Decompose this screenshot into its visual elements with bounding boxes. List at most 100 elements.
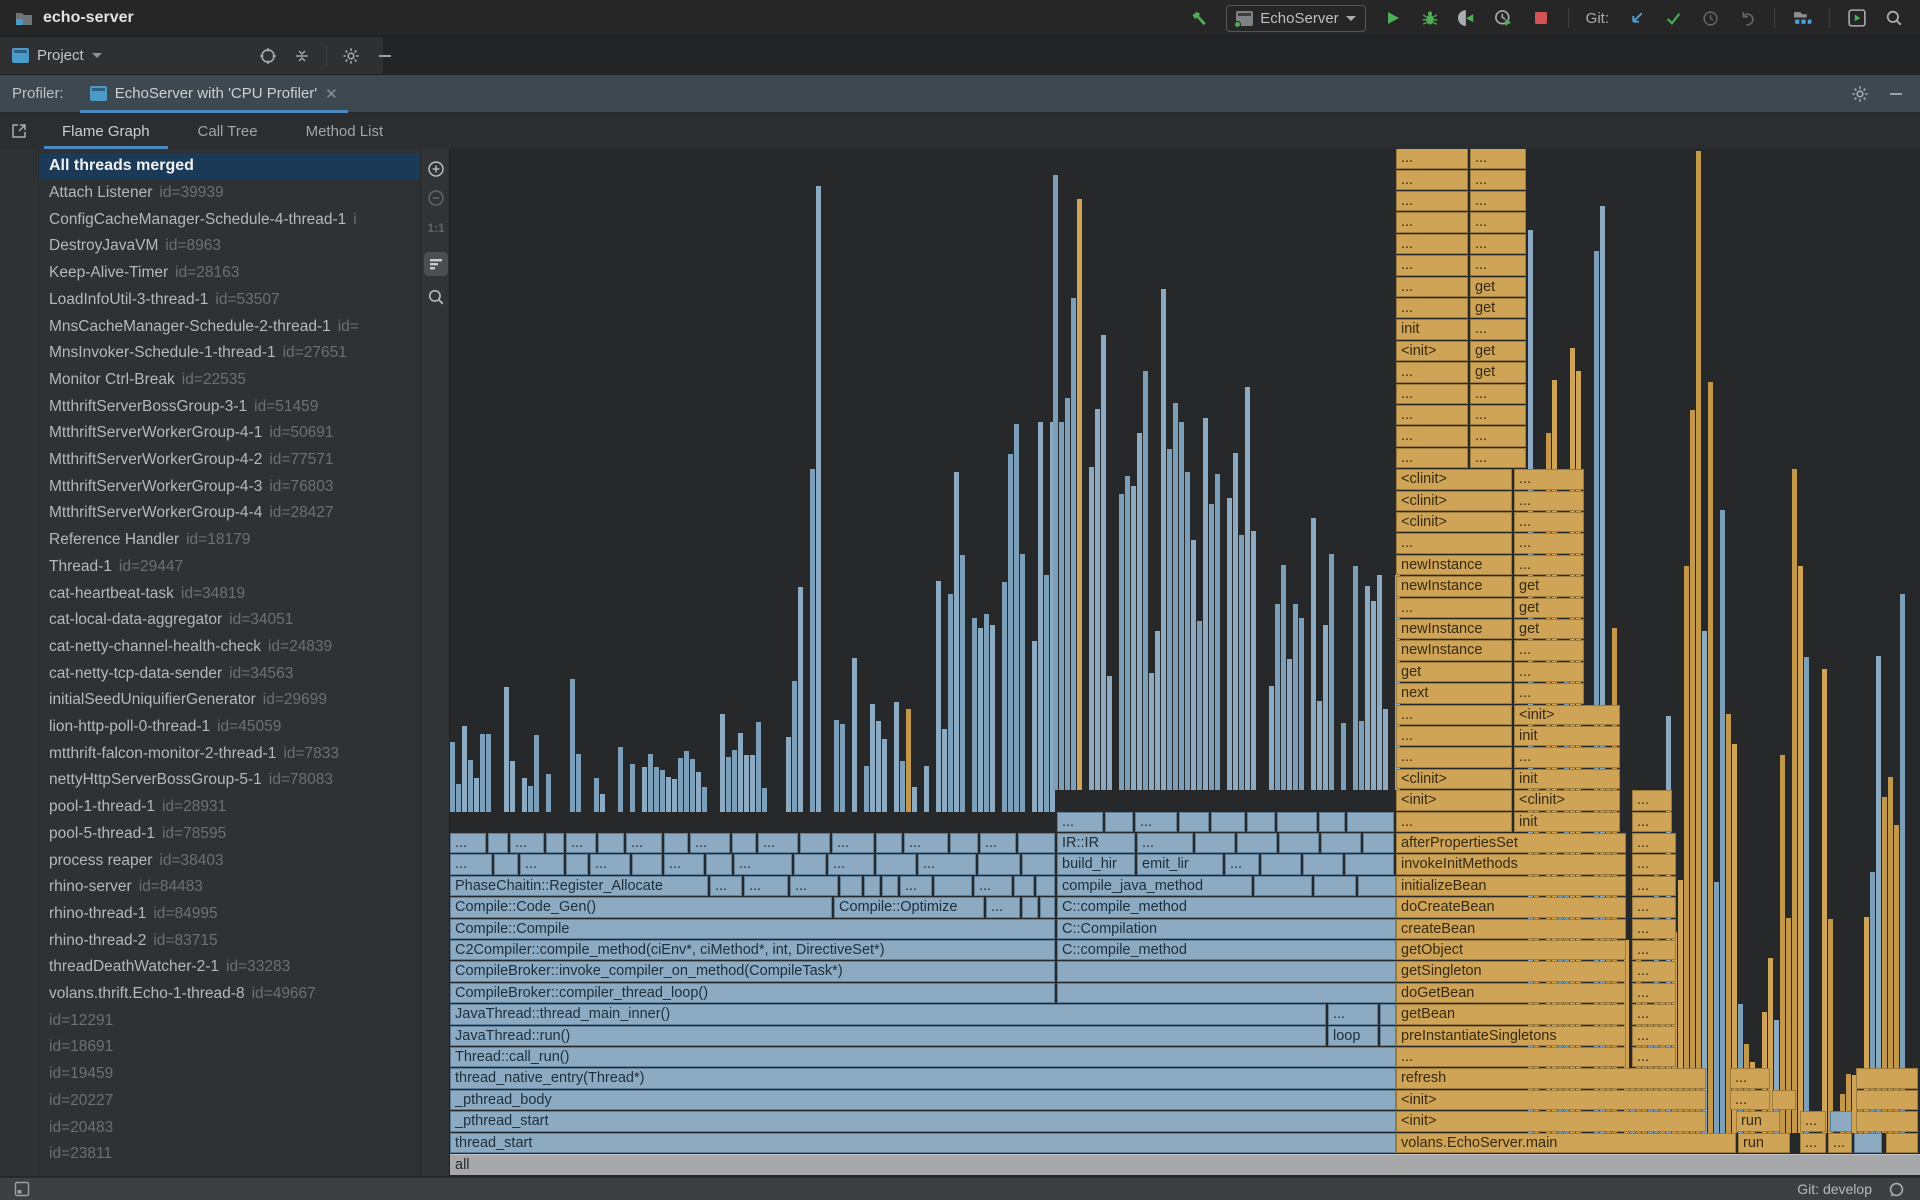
thread-row[interactable]: MtthriftServerWorkerGroup-4-1id=50691	[39, 420, 420, 447]
thread-row[interactable]: pool-5-thread-1id=78595	[39, 821, 420, 848]
flame-frame[interactable]: run	[1736, 1111, 1780, 1131]
flame-frame[interactable]: _pthread_start	[450, 1111, 1396, 1131]
flame-frame[interactable]	[1195, 833, 1235, 853]
flame-frame[interactable]	[1314, 876, 1356, 896]
flame-spike[interactable]	[618, 747, 623, 811]
flame-frame[interactable]: ...	[1396, 448, 1468, 468]
git-commit-check-icon[interactable]	[1663, 8, 1683, 28]
flame-frame[interactable]: _pthread_body	[450, 1090, 1396, 1110]
flame-spike[interactable]	[816, 186, 821, 811]
flame-frame[interactable]: ...	[734, 854, 792, 874]
flame-frame[interactable]: ...	[1632, 897, 1676, 917]
flame-frame[interactable]: <clinit>	[1396, 769, 1512, 789]
flame-frame[interactable]: Compile::Compile	[450, 919, 1055, 939]
flame-frame[interactable]: ...	[1396, 191, 1468, 211]
flame-spike[interactable]	[1714, 882, 1719, 1132]
flame-frame[interactable]: <clinit>	[1514, 790, 1620, 810]
thread-row[interactable]: id=23811	[39, 1141, 420, 1168]
flame-spike[interactable]	[738, 733, 743, 812]
flame-spike[interactable]	[1690, 410, 1695, 1133]
flame-frame[interactable]: ...	[626, 833, 662, 853]
flame-frame[interactable]	[1856, 1068, 1918, 1088]
flame-frame[interactable]	[664, 833, 688, 853]
flame-frame[interactable]: <clinit>	[1396, 469, 1512, 489]
flame-spike[interactable]	[732, 750, 737, 812]
flame-frame[interactable]	[1380, 1004, 1396, 1024]
flame-frame[interactable]	[1022, 854, 1055, 874]
git-branch-status[interactable]: Git: develop	[1797, 1181, 1872, 1197]
flame-spike[interactable]	[1038, 422, 1043, 811]
flame-frame[interactable]: ...	[1514, 662, 1584, 682]
flame-frame[interactable]: C::compile_method	[1057, 940, 1396, 960]
run-button[interactable]	[1383, 8, 1403, 28]
flame-frame[interactable]: next	[1396, 683, 1512, 703]
thread-row[interactable]: pool-1-thread-1id=28931	[39, 794, 420, 821]
flame-frame[interactable]: newInstance	[1396, 640, 1512, 660]
flame-spike[interactable]	[1780, 755, 1785, 1132]
collapse-all-icon[interactable]	[292, 46, 312, 66]
flame-frame[interactable]: get	[1470, 298, 1526, 318]
flame-frame[interactable]: ...	[1396, 705, 1512, 725]
flame-spike[interactable]	[1365, 586, 1370, 790]
flame-spike[interactable]	[1191, 540, 1196, 790]
flame-spike[interactable]	[1215, 474, 1220, 790]
flame-frame[interactable]	[864, 876, 880, 896]
flame-spike[interactable]	[600, 794, 605, 811]
flame-frame[interactable]	[1179, 812, 1209, 832]
project-toolwindow-title[interactable]: Project	[37, 47, 84, 64]
thread-row[interactable]: DestroyJavaVMid=8963	[39, 233, 420, 260]
flame-frame[interactable]: ...	[1514, 683, 1584, 703]
flame-frame[interactable]: ...	[690, 833, 730, 853]
thread-row[interactable]: Keep-Alive-Timerid=28163	[39, 260, 420, 287]
flame-frame[interactable]: JavaThread::run()	[450, 1026, 1326, 1046]
profiler-session-tab[interactable]: EchoServer with 'CPU Profiler' ✕	[80, 75, 348, 113]
flame-spike[interactable]	[1702, 631, 1707, 1133]
flame-frame[interactable]: preInstantiateSingletons	[1396, 1026, 1626, 1046]
flame-frame[interactable]	[732, 833, 756, 853]
profiler-run-icon[interactable]	[1457, 8, 1477, 28]
flame-frame[interactable]: ...	[1514, 747, 1620, 767]
flame-frame[interactable]	[978, 854, 1020, 874]
flame-frame[interactable]: <init>	[1396, 790, 1512, 810]
thread-row[interactable]: MnsInvoker-Schedule-1-thread-1id=27651	[39, 340, 420, 367]
flame-spike[interactable]	[1239, 535, 1244, 790]
flame-spike[interactable]	[906, 709, 911, 812]
flame-frame[interactable]: get	[1470, 341, 1526, 361]
flame-view-mode-icon[interactable]	[424, 252, 448, 276]
flame-spike[interactable]	[864, 766, 869, 811]
flame-frame[interactable]	[1057, 961, 1396, 981]
flame-spike[interactable]	[876, 721, 881, 811]
flame-spike[interactable]	[762, 788, 767, 812]
flame-frame[interactable]: ...	[1514, 491, 1584, 511]
flame-spike[interactable]	[1353, 566, 1358, 790]
flame-frame[interactable]: C::compile_method	[1057, 897, 1396, 917]
flame-spike[interactable]	[1341, 723, 1346, 790]
flame-spike[interactable]	[1822, 669, 1827, 1132]
thread-row[interactable]: MtthriftServerWorkerGroup-4-2id=77571	[39, 447, 420, 474]
flame-frame[interactable]: invokeInitMethods	[1396, 854, 1626, 874]
flame-spike[interactable]	[1008, 454, 1013, 811]
flame-spike[interactable]	[1071, 298, 1076, 790]
flame-frame[interactable]: ...	[1632, 790, 1672, 810]
flame-spike[interactable]	[642, 767, 647, 812]
flame-frame[interactable]: ...	[1514, 512, 1584, 532]
flame-frame[interactable]: IR::IR	[1057, 833, 1135, 853]
flame-frame[interactable]: ...	[1730, 1068, 1770, 1088]
flame-frame[interactable]: ...	[1632, 983, 1676, 1003]
flame-frame[interactable]	[950, 833, 978, 853]
flame-frame[interactable]: ...	[1828, 1133, 1852, 1153]
flame-frame[interactable]: doGetBean	[1396, 983, 1626, 1003]
flame-spike[interactable]	[882, 739, 887, 811]
flame-frame[interactable]: ...	[1514, 640, 1584, 660]
flame-frame[interactable]: afterPropertiesSet	[1396, 833, 1626, 853]
flame-frame[interactable]: get	[1514, 598, 1584, 618]
flame-frame[interactable]: build_hir	[1057, 854, 1135, 874]
flame-frame[interactable]: volans.EchoServer.main	[1396, 1133, 1736, 1153]
rollback-undo-icon[interactable]	[1737, 8, 1757, 28]
flame-spike[interactable]	[1287, 659, 1292, 790]
flame-frame[interactable]: newInstance	[1396, 619, 1512, 639]
flame-frame[interactable]: ...	[918, 854, 976, 874]
flame-frame[interactable]: ...	[1396, 255, 1468, 275]
flame-frame[interactable]	[1345, 854, 1394, 874]
flame-spike[interactable]	[1107, 676, 1112, 791]
